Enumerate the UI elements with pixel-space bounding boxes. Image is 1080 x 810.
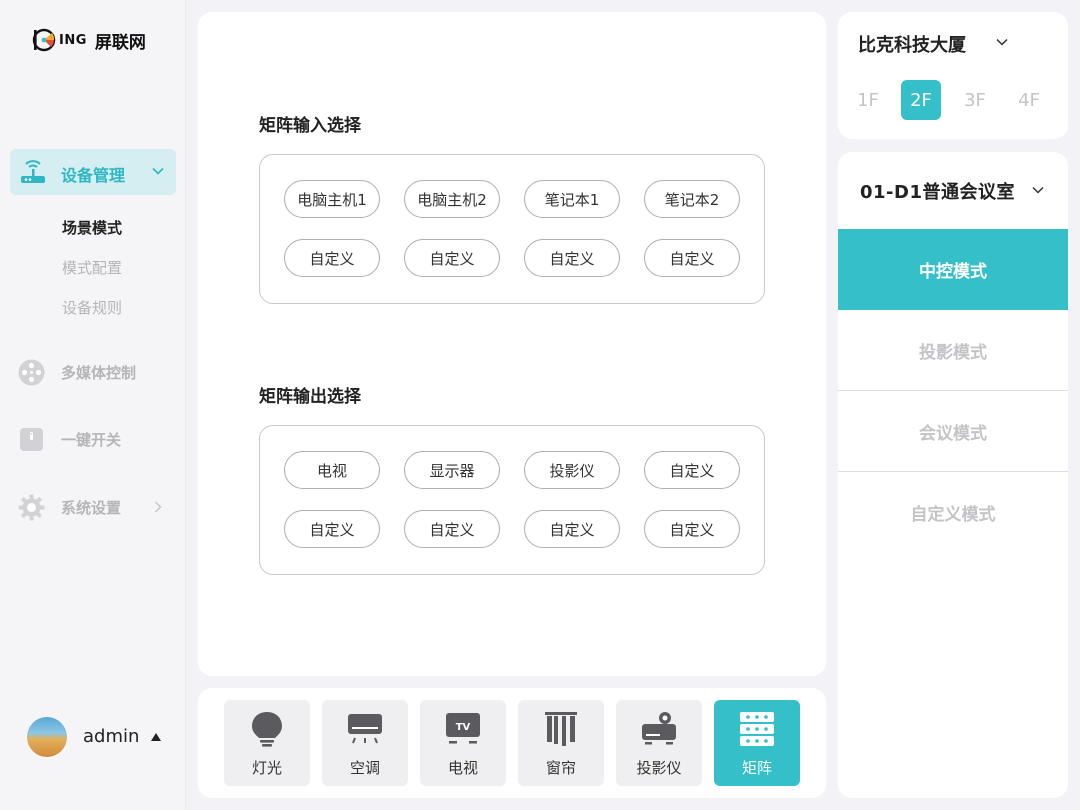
sub-item-device-rules[interactable]: 设备规则 <box>62 297 122 318</box>
user-name: admin <box>83 726 140 747</box>
output-chip[interactable]: 自定义 <box>524 510 620 548</box>
device-label: 矩阵 <box>741 759 772 777</box>
mode-central-control[interactable]: 中控模式 <box>838 229 1068 310</box>
input-chip[interactable]: 自定义 <box>404 239 500 277</box>
sidebar-item-label: 设备管理 <box>61 166 126 185</box>
device-light-button[interactable]: 灯光 <box>224 700 310 786</box>
output-chip[interactable]: 投影仪 <box>524 451 620 489</box>
logo-icon <box>32 28 56 52</box>
device-curtain-button[interactable]: 窗帘 <box>518 700 604 786</box>
device-label: 空调 <box>349 759 380 777</box>
switch-icon <box>20 428 43 451</box>
sidebar-item-multimedia[interactable]: 多媒体控制 <box>18 357 178 387</box>
output-chip[interactable]: 电视 <box>284 451 380 489</box>
mode-meeting[interactable]: 会议模式 <box>838 391 1068 472</box>
sidebar-item-system-settings[interactable]: 系统设置 <box>18 492 178 522</box>
matrix-panel: 矩阵输入选择 电脑主机1 电脑主机2 笔记本1 笔记本2 自定义 自定义 自定义… <box>198 12 826 676</box>
output-chip[interactable]: 显示器 <box>404 451 500 489</box>
floor-tab-3f[interactable]: 3F <box>955 80 995 120</box>
sidebar-item-label: 多媒体控制 <box>61 364 137 382</box>
mode-custom[interactable]: 自定义模式 <box>838 472 1068 553</box>
tv-icon: TV <box>446 713 480 744</box>
caret-up-icon <box>151 733 161 741</box>
matrix-output-box: 电视 显示器 投影仪 自定义 自定义 自定义 自定义 自定义 <box>259 425 765 575</box>
gear-icon <box>18 494 45 521</box>
sidebar-item-device-management[interactable]: 设备管理 <box>10 149 176 195</box>
bulb-icon <box>252 712 282 747</box>
device-matrix-button[interactable]: 矩阵 <box>714 700 800 786</box>
sub-item-mode-config[interactable]: 模式配置 <box>62 257 122 278</box>
device-label: 电视 <box>447 759 478 777</box>
brand-mark: ING <box>59 32 87 48</box>
output-chip[interactable]: 自定义 <box>404 510 500 548</box>
input-chip[interactable]: 电脑主机1 <box>284 180 380 218</box>
building-name[interactable]: 比克科技大厦 <box>858 31 966 57</box>
matrix-output-title: 矩阵输出选择 <box>259 387 361 407</box>
input-chip[interactable]: 笔记本2 <box>644 180 740 218</box>
output-chip[interactable]: 自定义 <box>644 451 740 489</box>
chevron-down-icon <box>152 167 164 175</box>
output-chip[interactable]: 自定义 <box>644 510 740 548</box>
projector-icon <box>642 712 676 745</box>
curtain-icon <box>545 712 577 746</box>
floor-tab-2f[interactable]: 2F <box>901 80 941 120</box>
chevron-down-icon[interactable] <box>996 36 1008 48</box>
output-chip[interactable]: 自定义 <box>284 510 380 548</box>
mode-projection[interactable]: 投影模式 <box>838 310 1068 391</box>
input-chip[interactable]: 自定义 <box>524 239 620 277</box>
device-label: 窗帘 <box>545 759 576 777</box>
floor-tab-4f[interactable]: 4F <box>1009 80 1049 120</box>
sub-item-scene-mode[interactable]: 场景模式 <box>62 217 122 238</box>
brand-name: 屏联网 <box>94 32 146 53</box>
building-panel: 比克科技大厦 1F 2F 3F 4F <box>838 12 1068 139</box>
sidebar-item-label: 系统设置 <box>61 499 122 517</box>
input-chip[interactable]: 电脑主机2 <box>404 180 500 218</box>
sidebar-item-label: 一键开关 <box>61 431 122 449</box>
room-panel: 01-D1普通会议室 中控模式 投影模式 会议模式 自定义模式 <box>838 152 1068 798</box>
avatar <box>27 717 67 757</box>
brand-logo: ING 屏联网 <box>32 27 146 53</box>
input-chip[interactable]: 笔记本1 <box>524 180 620 218</box>
router-icon <box>21 160 45 183</box>
device-bar: 灯光 空调 TV 电视 窗帘 投影仪 矩阵 <box>198 688 826 798</box>
room-name[interactable]: 01-D1普通会议室 <box>860 178 1015 204</box>
user-menu[interactable]: admin <box>27 717 177 757</box>
input-chip[interactable]: 自定义 <box>644 239 740 277</box>
matrix-icon <box>740 712 774 746</box>
chevron-right-icon <box>155 501 162 513</box>
air-conditioner-icon <box>348 714 382 744</box>
device-projector-button[interactable]: 投影仪 <box>616 700 702 786</box>
svg-text:TV: TV <box>456 722 471 733</box>
input-chip[interactable]: 自定义 <box>284 239 380 277</box>
chevron-down-icon[interactable] <box>1032 184 1044 196</box>
matrix-input-box: 电脑主机1 电脑主机2 笔记本1 笔记本2 自定义 自定义 自定义 自定义 <box>259 154 765 304</box>
matrix-input-title: 矩阵输入选择 <box>259 116 361 136</box>
floor-tab-1f[interactable]: 1F <box>848 80 888 120</box>
sidebar-item-one-key-switch[interactable]: 一键开关 <box>18 424 178 454</box>
device-label: 投影仪 <box>636 759 682 777</box>
device-tv-button[interactable]: TV 电视 <box>420 700 506 786</box>
film-reel-icon <box>18 359 45 386</box>
device-label: 灯光 <box>251 759 282 777</box>
sidebar: ING 屏联网 设备管理 场景模式 模式配置 设备规则 多媒体控制 一键开关 系… <box>0 0 186 810</box>
device-ac-button[interactable]: 空调 <box>322 700 408 786</box>
